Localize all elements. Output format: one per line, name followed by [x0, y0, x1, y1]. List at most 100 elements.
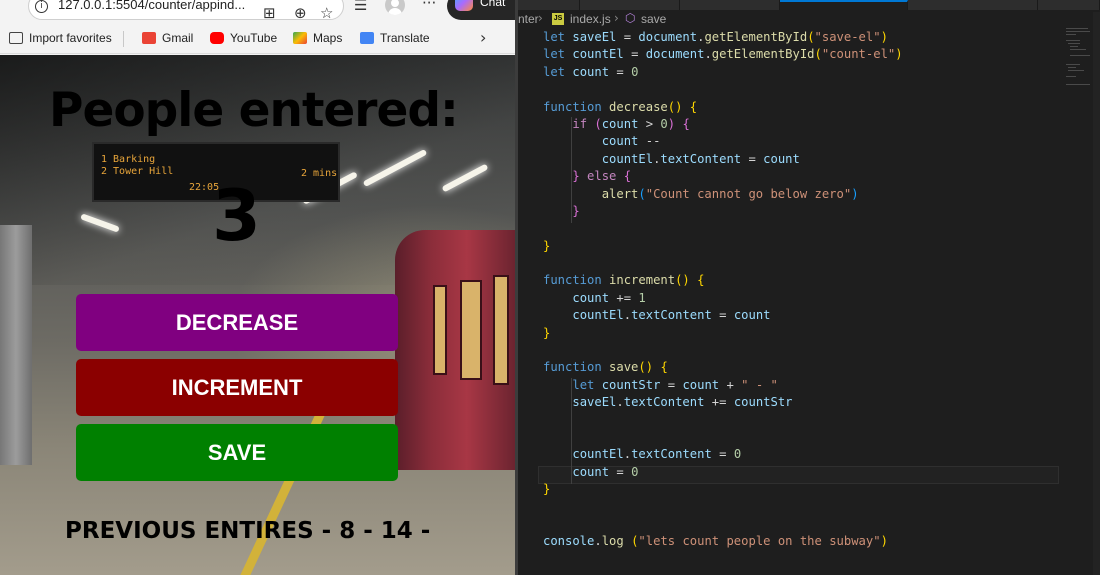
chevron-right-icon[interactable]: › — [480, 28, 486, 47]
code-line[interactable] — [518, 220, 1100, 237]
import-favorites-icon — [9, 32, 23, 44]
favorite-import[interactable]: Import favorites — [9, 30, 112, 46]
editor-tab[interactable] — [580, 0, 680, 10]
breadcrumb-symbol[interactable]: save — [641, 12, 666, 26]
code-line[interactable]: countEl.textContent = count — [518, 307, 1100, 324]
code-line[interactable]: count -- — [518, 133, 1100, 150]
code-line[interactable]: if (count > 0) { — [518, 116, 1100, 133]
code-line[interactable]: console.log ("lets count people on the s… — [518, 533, 1100, 550]
favorite-gmail[interactable]: Gmail — [142, 30, 193, 46]
code-token: function — [543, 360, 610, 375]
code-line[interactable] — [518, 255, 1100, 272]
code-token: else — [587, 169, 617, 184]
code-line[interactable] — [518, 499, 1100, 516]
favorite-label: Translate — [380, 31, 430, 45]
code-line[interactable]: count = 0 — [518, 464, 1100, 481]
code-token: ( — [814, 47, 822, 62]
code-token: = — [623, 47, 646, 62]
profile-avatar[interactable] — [385, 0, 405, 15]
favorite-youtube[interactable]: YouTube — [210, 30, 277, 46]
code-token: = — [711, 447, 734, 462]
code-token: += — [704, 395, 734, 410]
editor-tab[interactable] — [680, 0, 780, 10]
code-line[interactable]: saveEl.textContent += countStr — [518, 394, 1100, 411]
editor-tab-active[interactable] — [780, 0, 908, 10]
code-token: += — [609, 290, 639, 305]
save-button[interactable]: SAVE — [76, 424, 398, 481]
vertical-scrollbar[interactable] — [1093, 12, 1100, 575]
train-window — [460, 280, 482, 380]
site-info-icon[interactable]: i — [35, 0, 48, 13]
code-token: 0 — [631, 464, 639, 479]
code-token: let — [543, 64, 573, 79]
code-line[interactable]: count += 1 — [518, 290, 1100, 307]
code-token: " - " — [741, 377, 778, 392]
code-line[interactable] — [518, 81, 1100, 98]
increment-button[interactable]: INCREMENT — [76, 359, 398, 416]
code-line[interactable]: countEl.textContent = count — [518, 151, 1100, 168]
code-token: textContent — [631, 308, 712, 323]
code-token: } — [543, 482, 551, 497]
favorite-star-icon[interactable]: ☆ — [320, 4, 333, 22]
copilot-chat-button[interactable]: Chat — [447, 0, 515, 20]
code-line[interactable]: } — [518, 325, 1100, 342]
zoom-icon[interactable]: ⊕ — [294, 4, 307, 22]
previous-entries-text: PREVIOUS ENTIRES - 8 - 14 - — [65, 518, 431, 544]
code-area[interactable]: let saveEl = document.getElementById("sa… — [518, 29, 1100, 551]
breadcrumb-folder[interactable]: nter — [518, 12, 539, 26]
code-line[interactable]: function save() { — [518, 359, 1100, 376]
code-token: textContent — [623, 395, 705, 410]
code-line[interactable]: let countEl = document.getElementById("c… — [518, 46, 1100, 63]
url-text[interactable]: 127.0.0.1:5504/counter/appind... — [58, 0, 245, 12]
editor-tab[interactable] — [908, 0, 1038, 10]
code-line[interactable]: } — [518, 481, 1100, 498]
favorite-translate[interactable]: Translate — [360, 30, 430, 46]
code-line[interactable]: function increment() { — [518, 272, 1100, 289]
code-line[interactable] — [518, 429, 1100, 446]
code-line[interactable] — [518, 412, 1100, 429]
code-line[interactable] — [518, 516, 1100, 533]
browser-window: i 127.0.0.1:5504/counter/appind... ⊞ ⊕ ☆… — [0, 0, 515, 575]
code-token: textContent — [660, 151, 742, 166]
code-token: = — [616, 30, 639, 44]
code-line[interactable]: } — [518, 203, 1100, 220]
code-token: count — [682, 377, 720, 392]
code-token: () — [638, 360, 654, 375]
favorite-label: Maps — [313, 31, 343, 45]
code-token: log — [601, 534, 624, 549]
code-line[interactable] — [518, 342, 1100, 359]
code-token: { — [689, 99, 698, 114]
editor-tab[interactable] — [518, 0, 580, 10]
more-menu-icon[interactable]: ··· — [422, 0, 436, 12]
code-token: countStr — [601, 377, 661, 392]
code-token: } — [572, 169, 580, 184]
code-line[interactable]: let count = 0 — [518, 64, 1100, 81]
code-token: console — [543, 534, 595, 549]
favorites-list-icon[interactable]: ☰ — [354, 0, 367, 14]
code-token: count — [572, 464, 610, 479]
decrease-button[interactable]: DECREASE — [76, 294, 398, 351]
favorite-maps[interactable]: Maps — [293, 30, 342, 46]
code-line[interactable]: countEl.textContent = 0 — [518, 446, 1100, 463]
extensions-icon[interactable]: ⊞ — [263, 4, 276, 22]
editor-tab[interactable] — [1038, 0, 1100, 10]
code-token: let — [543, 30, 573, 44]
favorite-label: Import favorites — [29, 31, 112, 45]
breadcrumb-file[interactable]: index.js — [570, 12, 611, 26]
code-token: increment — [609, 273, 676, 288]
code-line[interactable]: let saveEl = document.getElementById("sa… — [518, 29, 1100, 46]
code-token: } — [543, 238, 551, 253]
train-window — [433, 285, 447, 375]
code-line[interactable]: let countStr = count + " - " — [518, 377, 1100, 394]
train-window — [493, 275, 509, 385]
minimap-line — [1066, 28, 1088, 29]
code-line[interactable]: function decrease() { — [518, 99, 1100, 116]
code-token: . — [594, 534, 602, 549]
code-token: if — [572, 116, 595, 131]
code-line[interactable]: } else { — [518, 168, 1100, 185]
code-line[interactable]: } — [518, 238, 1100, 255]
code-line[interactable]: alert("Count cannot go below zero") — [518, 186, 1100, 203]
